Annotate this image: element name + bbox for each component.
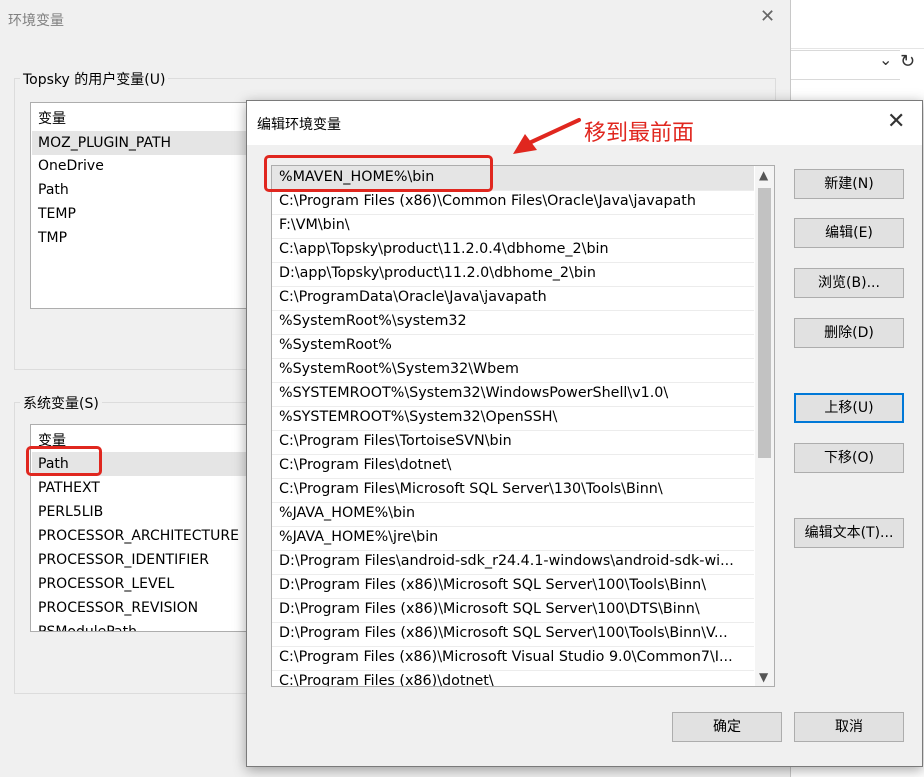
list-item[interactable]: %JAVA_HOME%\jre\bin <box>272 526 754 551</box>
list-item[interactable]: TEMP <box>38 206 76 222</box>
edit-text-button[interactable]: 编辑文本(T)... <box>794 518 904 548</box>
list-item[interactable]: PSModulePath <box>38 624 137 631</box>
path-entry-text: D:\Program Files (x86)\Microsoft SQL Ser… <box>279 601 700 617</box>
list-item[interactable]: PROCESSOR_REVISION <box>38 600 198 616</box>
toolbar-divider <box>790 48 924 49</box>
path-entry-text: %SystemRoot%\System32\Wbem <box>279 361 519 377</box>
annotation-text: 移到最前面 <box>584 121 695 146</box>
list-item[interactable]: PROCESSOR_ARCHITECTURE <box>38 528 239 544</box>
path-entry-text: D:\Program Files\android-sdk_r24.4.1-win… <box>279 553 734 569</box>
list-item[interactable]: D:\Program Files (x86)\Microsoft SQL Ser… <box>272 574 754 599</box>
list-item[interactable]: PERL5LIB <box>38 504 103 520</box>
system-variables-label: 系统变量(S) <box>20 393 102 413</box>
list-item[interactable]: F:\VM\bin\ <box>272 214 754 239</box>
cancel-button[interactable]: 取消 <box>794 712 904 742</box>
list-item[interactable]: %SYSTEMROOT%\System32\WindowsPowerShell\… <box>272 382 754 407</box>
window-title: 环境变量 <box>8 13 64 29</box>
list-item[interactable]: C:\Program Files\dotnet\ <box>272 454 754 479</box>
list-item[interactable]: C:\ProgramData\Oracle\Java\javapath <box>272 286 754 311</box>
move-up-button[interactable]: 上移(U) <box>794 393 904 423</box>
list-item[interactable]: PATHEXT <box>38 480 100 496</box>
dialog-title: 编辑环境变量 <box>257 117 341 133</box>
path-entry-text: C:\Program Files\Microsoft SQL Server\13… <box>279 481 663 497</box>
list-item[interactable]: C:\Program Files\TortoiseSVN\bin <box>272 430 754 455</box>
path-entry-text: %JAVA_HOME%\bin <box>279 505 416 521</box>
refresh-icon[interactable]: ↻ <box>900 51 915 72</box>
path-entry-text: C:\app\Topsky\product\11.2.0.4\dbhome_2\… <box>279 241 609 257</box>
list-item[interactable]: Path <box>38 182 69 198</box>
move-down-button[interactable]: 下移(O) <box>794 443 904 473</box>
list-item[interactable]: PROCESSOR_LEVEL <box>38 576 174 592</box>
list-item[interactable]: PROCESSOR_IDENTIFIER <box>38 552 209 568</box>
list-item[interactable]: OneDrive <box>38 158 104 174</box>
ok-button[interactable]: 确定 <box>672 712 782 742</box>
path-entry-text: C:\Program Files (x86)\dotnet\ <box>279 673 494 687</box>
path-entry-text: %JAVA_HOME%\jre\bin <box>279 529 439 545</box>
close-icon[interactable]: ✕ <box>760 6 775 27</box>
annotation-arrow-icon <box>513 118 581 154</box>
highlight-box-first-path <box>264 155 493 192</box>
path-entry-text: D:\Program Files (x86)\Microsoft SQL Ser… <box>279 577 707 593</box>
user-variables-list[interactable]: 变量 MOZ_PLUGIN_PATH OneDrive Path TEMP TM… <box>30 102 272 309</box>
path-entry-text: F:\VM\bin\ <box>279 217 350 233</box>
close-icon[interactable]: ✕ <box>887 109 905 134</box>
path-entry-text: C:\Program Files\TortoiseSVN\bin <box>279 433 512 449</box>
scrollbar-thumb[interactable] <box>758 188 771 458</box>
browse-button[interactable]: 浏览(B)... <box>794 268 904 298</box>
list-item[interactable]: %SystemRoot%\System32\Wbem <box>272 358 754 383</box>
list-item[interactable]: C:\Program Files (x86)\Microsoft Visual … <box>272 646 754 671</box>
highlight-box-system-path <box>26 446 102 476</box>
scroll-down-icon[interactable]: ▼ <box>759 670 768 684</box>
list-item[interactable]: C:\app\Topsky\product\11.2.0.4\dbhome_2\… <box>272 238 754 263</box>
list-header: 变量 <box>38 111 66 127</box>
user-variables-label: Topsky 的用户变量(U) <box>20 69 169 89</box>
scroll-up-icon[interactable]: ▲ <box>759 168 768 182</box>
path-entry-text: C:\Program Files\dotnet\ <box>279 457 452 473</box>
list-item[interactable]: %JAVA_HOME%\bin <box>272 502 754 527</box>
list-item[interactable]: C:\Program Files\Microsoft SQL Server\13… <box>272 478 754 503</box>
path-entry-text: C:\Program Files (x86)\Common Files\Orac… <box>279 193 696 209</box>
path-entries-list[interactable]: %MAVEN_HOME%\bin C:\Program Files (x86)\… <box>271 165 775 687</box>
list-item[interactable]: MOZ_PLUGIN_PATH <box>32 131 271 155</box>
path-entry-text: C:\ProgramData\Oracle\Java\javapath <box>279 289 547 305</box>
list-item[interactable]: D:\Program Files\android-sdk_r24.4.1-win… <box>272 550 754 575</box>
vertical-scrollbar[interactable]: ▲ ▼ <box>755 166 774 686</box>
list-item[interactable]: %SystemRoot% <box>272 334 754 359</box>
address-dropdown-chevron-icon[interactable]: ⌄ <box>879 50 892 69</box>
path-entry-text: %SYSTEMROOT%\System32\WindowsPowerShell\… <box>279 385 669 401</box>
path-entry-text: %SystemRoot% <box>279 337 392 353</box>
list-item[interactable]: TMP <box>38 230 67 246</box>
list-item[interactable]: %SYSTEMROOT%\System32\OpenSSH\ <box>272 406 754 431</box>
list-item[interactable]: C:\Program Files (x86)\dotnet\ <box>272 670 754 687</box>
list-item[interactable]: C:\Program Files (x86)\Common Files\Orac… <box>272 190 754 215</box>
path-entry-text: %SystemRoot%\system32 <box>279 313 467 329</box>
list-item[interactable]: %SystemRoot%\system32 <box>272 310 754 335</box>
list-item[interactable]: D:\Program Files (x86)\Microsoft SQL Ser… <box>272 598 754 623</box>
path-entry-text: C:\Program Files (x86)\Microsoft Visual … <box>279 649 733 665</box>
new-button[interactable]: 新建(N) <box>794 169 904 199</box>
list-item[interactable]: D:\app\Topsky\product\11.2.0\dbhome_2\bi… <box>272 262 754 287</box>
path-entry-text: D:\Program Files (x86)\Microsoft SQL Ser… <box>279 625 728 641</box>
list-item[interactable]: D:\Program Files (x86)\Microsoft SQL Ser… <box>272 622 754 647</box>
edit-button[interactable]: 编辑(E) <box>794 218 904 248</box>
delete-button[interactable]: 删除(D) <box>794 318 904 348</box>
edit-environment-variable-dialog: 编辑环境变量 ✕ %MAVEN_HOME%\bin C:\Program Fil… <box>246 100 923 767</box>
path-entry-text: %SYSTEMROOT%\System32\OpenSSH\ <box>279 409 558 425</box>
path-entry-text: D:\app\Topsky\product\11.2.0\dbhome_2\bi… <box>279 265 596 281</box>
